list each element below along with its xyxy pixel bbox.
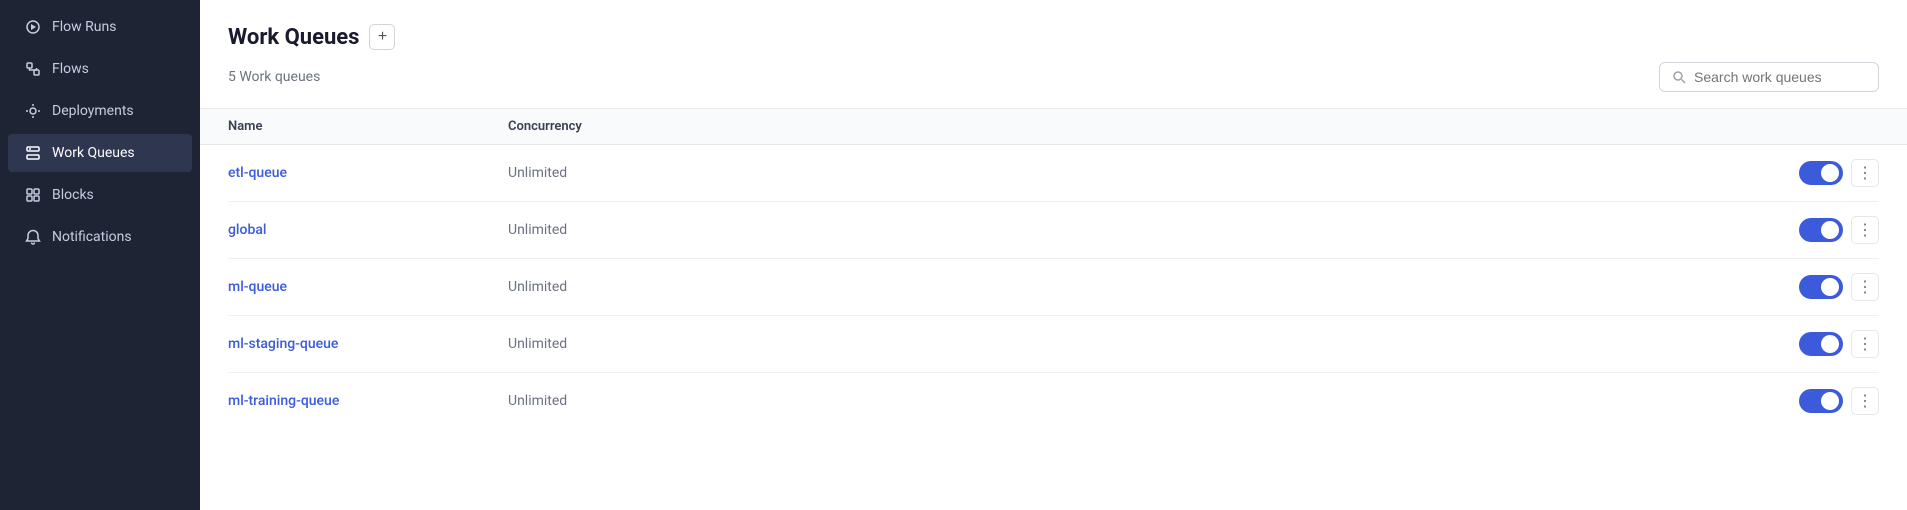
table-row: ml-staging-queue Unlimited ⋮: [228, 316, 1879, 373]
table-row: ml-queue Unlimited ⋮: [228, 259, 1879, 316]
queue-name-link[interactable]: ml-training-queue: [228, 393, 508, 409]
queue-toggle[interactable]: [1799, 218, 1843, 242]
row-actions: ⋮: [1799, 330, 1879, 358]
flows-icon: [24, 60, 42, 78]
concurrency-value: Unlimited: [508, 336, 1799, 352]
sidebar-item-label: Flows: [52, 61, 89, 77]
notifications-icon: [24, 228, 42, 246]
sidebar-item-work-queues[interactable]: Work Queues: [8, 134, 192, 172]
concurrency-value: Unlimited: [508, 165, 1799, 181]
work-queues-icon: [24, 144, 42, 162]
queue-toggle[interactable]: [1799, 389, 1843, 413]
search-icon: [1672, 70, 1686, 84]
sidebar-item-label: Flow Runs: [52, 19, 116, 35]
concurrency-value: Unlimited: [508, 279, 1799, 295]
sidebar-item-notifications[interactable]: Notifications: [8, 218, 192, 256]
queue-name-link[interactable]: ml-staging-queue: [228, 336, 508, 352]
sidebar-item-label: Deployments: [52, 103, 134, 119]
row-actions: ⋮: [1799, 216, 1879, 244]
more-options-button[interactable]: ⋮: [1851, 159, 1879, 187]
deployments-icon: [24, 102, 42, 120]
sidebar-item-deployments[interactable]: Deployments: [8, 92, 192, 130]
queue-toggle[interactable]: [1799, 275, 1843, 299]
sidebar-item-label: Work Queues: [52, 145, 135, 161]
concurrency-value: Unlimited: [508, 222, 1799, 238]
table-row: global Unlimited ⋮: [228, 202, 1879, 259]
flow-runs-icon: [24, 18, 42, 36]
work-queues-table: Name Concurrency etl-queue Unlimited ⋮ g…: [200, 109, 1907, 429]
page-title: Work Queues: [228, 25, 359, 50]
more-options-button[interactable]: ⋮: [1851, 216, 1879, 244]
more-options-button[interactable]: ⋮: [1851, 330, 1879, 358]
queue-name-link[interactable]: etl-queue: [228, 165, 508, 181]
subtitle-row: 5 Work queues: [228, 62, 1879, 92]
row-actions: ⋮: [1799, 159, 1879, 187]
col-concurrency-header: Concurrency: [508, 119, 1879, 134]
search-input[interactable]: [1694, 69, 1866, 85]
sidebar: Flow Runs Flows Deployments: [0, 0, 200, 510]
queue-name-link[interactable]: global: [228, 222, 508, 238]
more-options-button[interactable]: ⋮: [1851, 273, 1879, 301]
title-row: Work Queues +: [228, 24, 1879, 50]
queue-toggle[interactable]: [1799, 332, 1843, 356]
table-row: ml-training-queue Unlimited ⋮: [228, 373, 1879, 429]
search-box[interactable]: [1659, 62, 1879, 92]
row-actions: ⋮: [1799, 273, 1879, 301]
sidebar-item-blocks[interactable]: Blocks: [8, 176, 192, 214]
queue-name-link[interactable]: ml-queue: [228, 279, 508, 295]
col-name-header: Name: [228, 119, 508, 134]
sidebar-item-flows[interactable]: Flows: [8, 50, 192, 88]
table-row: etl-queue Unlimited ⋮: [228, 145, 1879, 202]
blocks-icon: [24, 186, 42, 204]
add-work-queue-button[interactable]: +: [369, 24, 395, 50]
work-queues-count: 5 Work queues: [228, 69, 320, 85]
sidebar-item-label: Blocks: [52, 187, 94, 203]
row-actions: ⋮: [1799, 387, 1879, 415]
queue-toggle[interactable]: [1799, 161, 1843, 185]
page-header: Work Queues + 5 Work queues: [200, 0, 1907, 109]
table-header: Name Concurrency: [200, 109, 1907, 145]
main-content: Work Queues + 5 Work queues Name Concurr…: [200, 0, 1907, 510]
sidebar-item-flow-runs[interactable]: Flow Runs: [8, 8, 192, 46]
sidebar-item-label: Notifications: [52, 229, 132, 245]
concurrency-value: Unlimited: [508, 393, 1799, 409]
more-options-button[interactable]: ⋮: [1851, 387, 1879, 415]
